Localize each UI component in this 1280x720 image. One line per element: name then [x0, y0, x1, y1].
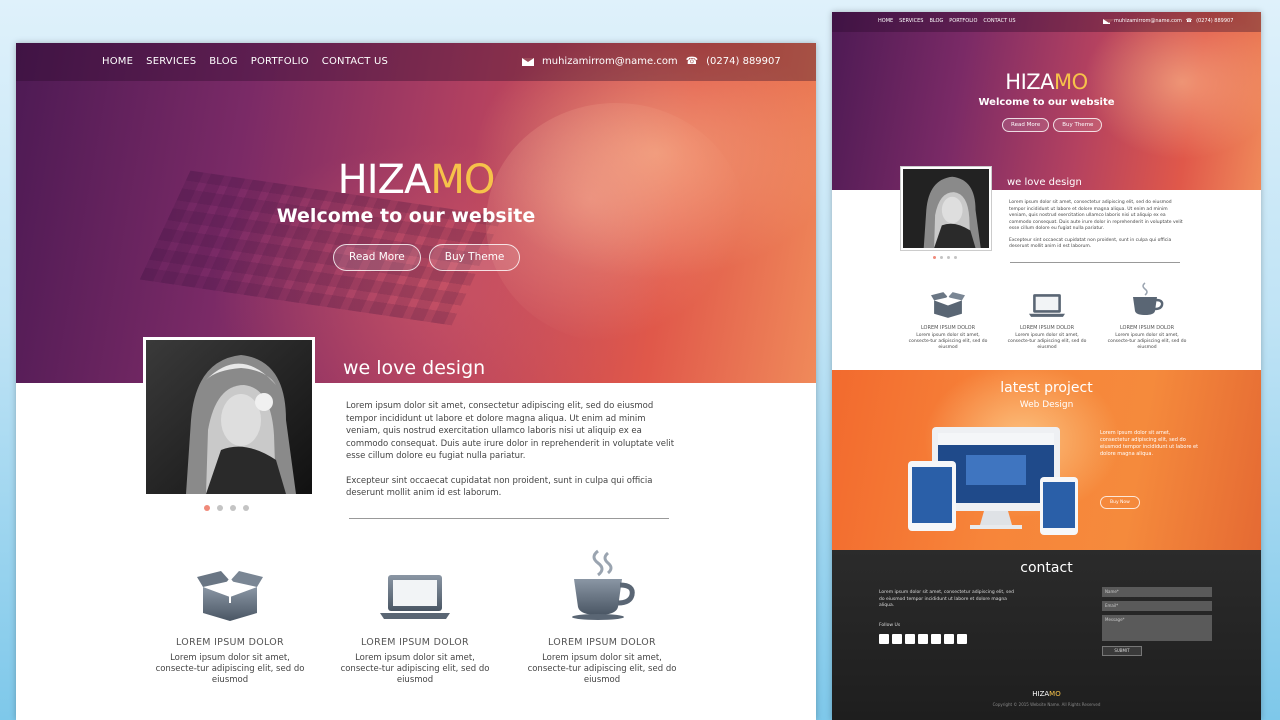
slider-dots: [933, 256, 957, 259]
brand-logo: HIZAMO: [1005, 70, 1088, 94]
hero-tagline: Welcome to our website: [978, 97, 1115, 108]
about-title: we love design: [343, 357, 486, 379]
buy-theme-button[interactable]: Buy Theme: [428, 244, 521, 271]
brand-logo: HIZAMO: [337, 157, 496, 203]
dribbble-icon[interactable]: [918, 634, 928, 644]
nav-contact[interactable]: CONTACT US: [322, 56, 388, 67]
top-nav: HOME SERVICES BLOG PORTFOLIO CONTACT US …: [16, 43, 816, 81]
laptop-icon: [1004, 290, 1090, 318]
nav-phone: (0274) 889907: [706, 56, 781, 67]
google-plus-icon[interactable]: [905, 634, 915, 644]
device-mockups: [908, 427, 1078, 535]
feature-desc: Lorem ipsum dolor sit amet, consecte-tur…: [1007, 333, 1087, 350]
about-title: we love design: [1007, 177, 1082, 188]
follow-us-label: Follow Us: [879, 623, 901, 628]
contact-section: contact Lorem ipsum dolor sit amet, cons…: [832, 550, 1261, 720]
nav-email[interactable]: muhizamirrom@name.com: [1114, 18, 1182, 24]
twitter-icon[interactable]: [892, 634, 902, 644]
social-icons: [879, 634, 967, 644]
project-subtitle: Web Design: [1019, 400, 1074, 410]
project-text: Lorem ipsum dolor sit amet, consectetur …: [1100, 430, 1199, 457]
slider-dot[interactable]: [230, 505, 236, 511]
phone-icon: ☎: [1185, 18, 1193, 24]
nav-contact[interactable]: CONTACT US: [983, 18, 1015, 24]
feature-card: LOREM IPSUM DOLOR Lorem ipsum dolor sit …: [1104, 282, 1190, 351]
blogger-icon[interactable]: [957, 634, 967, 644]
slider-dot[interactable]: [933, 256, 936, 259]
slider-dot[interactable]: [217, 505, 223, 511]
divider: [349, 518, 669, 519]
contact-form: Name* Email* Message* SUBMIT: [1102, 587, 1212, 656]
nav-email[interactable]: muhizamirrom@name.com: [542, 56, 678, 67]
laptop-icon: [335, 563, 495, 621]
phone-icon: ☎: [685, 56, 699, 67]
nav-home[interactable]: HOME: [878, 18, 893, 24]
slider-dot[interactable]: [940, 256, 943, 259]
feature-desc: Lorem ipsum dolor sit amet, consecte-tur…: [1107, 333, 1187, 350]
read-more-button[interactable]: Read More: [333, 244, 421, 271]
feature-title: LOREM IPSUM DOLOR: [1019, 325, 1075, 331]
box-icon: [905, 290, 991, 318]
feature-title: LOREM IPSUM DOLOR: [361, 637, 469, 648]
coffee-icon: [522, 549, 682, 621]
feature-title: LOREM IPSUM DOLOR: [176, 637, 284, 648]
feature-card: LOREM IPSUM DOLOR Lorem ipsum dolor sit …: [905, 290, 991, 351]
top-nav-small: HOME SERVICES BLOG PORTFOLIO CONTACT US …: [832, 12, 1261, 32]
mail-icon: [1103, 18, 1115, 24]
cloud-icon[interactable]: [931, 634, 941, 644]
message-field[interactable]: Message*: [1102, 615, 1212, 641]
read-more-button[interactable]: Read More: [1002, 118, 1050, 132]
buy-now-button[interactable]: Buy Now: [1100, 496, 1140, 509]
coffee-icon: [1104, 282, 1190, 318]
nav-phone: (0274) 889907: [1196, 18, 1234, 24]
hero-section-small: HOME SERVICES BLOG PORTFOLIO CONTACT US …: [832, 12, 1261, 190]
nav-services[interactable]: SERVICES: [899, 18, 923, 24]
feature-desc: Lorem ipsum dolor sit amet, consecte-tur…: [155, 653, 305, 685]
nav-portfolio[interactable]: PORTFOLIO: [949, 18, 977, 24]
project-title: latest project: [1000, 380, 1093, 396]
divider: [1010, 262, 1180, 263]
instagram-icon[interactable]: [944, 634, 954, 644]
feature-title: LOREM IPSUM DOLOR: [548, 637, 656, 648]
contact-text: Lorem ipsum dolor sit amet, consectetur …: [879, 590, 1014, 608]
feature-desc: Lorem ipsum dolor sit amet, consecte-tur…: [527, 653, 677, 685]
slider-dot[interactable]: [947, 256, 950, 259]
profile-photo: [143, 337, 315, 497]
full-page-preview: HOME SERVICES BLOG PORTFOLIO CONTACT US …: [832, 12, 1261, 720]
slider-dot[interactable]: [954, 256, 957, 259]
hero-tagline: Welcome to our website: [276, 205, 536, 227]
latest-project-section: latest project Web Design Lorem ipsum do…: [832, 370, 1261, 550]
mail-icon: [522, 57, 534, 66]
large-page-preview: HOME SERVICES BLOG PORTFOLIO CONTACT US …: [16, 43, 816, 720]
feature-card: LOREM IPSUM DOLOR Lorem ipsum dolor sit …: [150, 563, 310, 686]
contact-title: contact: [1020, 560, 1073, 576]
footer-brand: HIZAMO: [1032, 690, 1061, 698]
feature-title: LOREM IPSUM DOLOR: [1119, 325, 1175, 331]
copyright: Copyright © 2015 Website Name. All Right…: [992, 702, 1101, 707]
slider-dot[interactable]: [243, 505, 249, 511]
email-field[interactable]: Email*: [1102, 601, 1212, 611]
nav-blog[interactable]: BLOG: [209, 56, 238, 67]
hero-section: HOME SERVICES BLOG PORTFOLIO CONTACT US …: [16, 43, 816, 383]
nav-home[interactable]: HOME: [102, 56, 133, 67]
nav-blog[interactable]: BLOG: [929, 18, 943, 24]
slider-dots: [204, 505, 249, 511]
feature-card: LOREM IPSUM DOLOR Lorem ipsum dolor sit …: [522, 549, 682, 686]
about-text: Lorem ipsum dolor sit amet, consectetur …: [346, 401, 675, 498]
name-field[interactable]: Name*: [1102, 587, 1212, 597]
feature-desc: Lorem ipsum dolor sit amet, consecte-tur…: [908, 333, 988, 350]
box-icon: [150, 563, 310, 621]
profile-photo: [900, 166, 992, 251]
feature-card: LOREM IPSUM DOLOR Lorem ipsum dolor sit …: [1004, 290, 1090, 351]
nav-portfolio[interactable]: PORTFOLIO: [251, 56, 309, 67]
submit-button[interactable]: SUBMIT: [1102, 646, 1142, 656]
slider-dot[interactable]: [204, 505, 210, 511]
feature-card: LOREM IPSUM DOLOR Lorem ipsum dolor sit …: [335, 563, 495, 686]
nav-services[interactable]: SERVICES: [146, 56, 196, 67]
facebook-icon[interactable]: [879, 634, 889, 644]
about-text: Lorem ipsum dolor sit amet, consectetur …: [1009, 200, 1183, 249]
feature-desc: Lorem ipsum dolor sit amet, consecte-tur…: [340, 653, 490, 685]
buy-theme-button[interactable]: Buy Theme: [1053, 118, 1103, 132]
feature-title: LOREM IPSUM DOLOR: [920, 325, 976, 331]
